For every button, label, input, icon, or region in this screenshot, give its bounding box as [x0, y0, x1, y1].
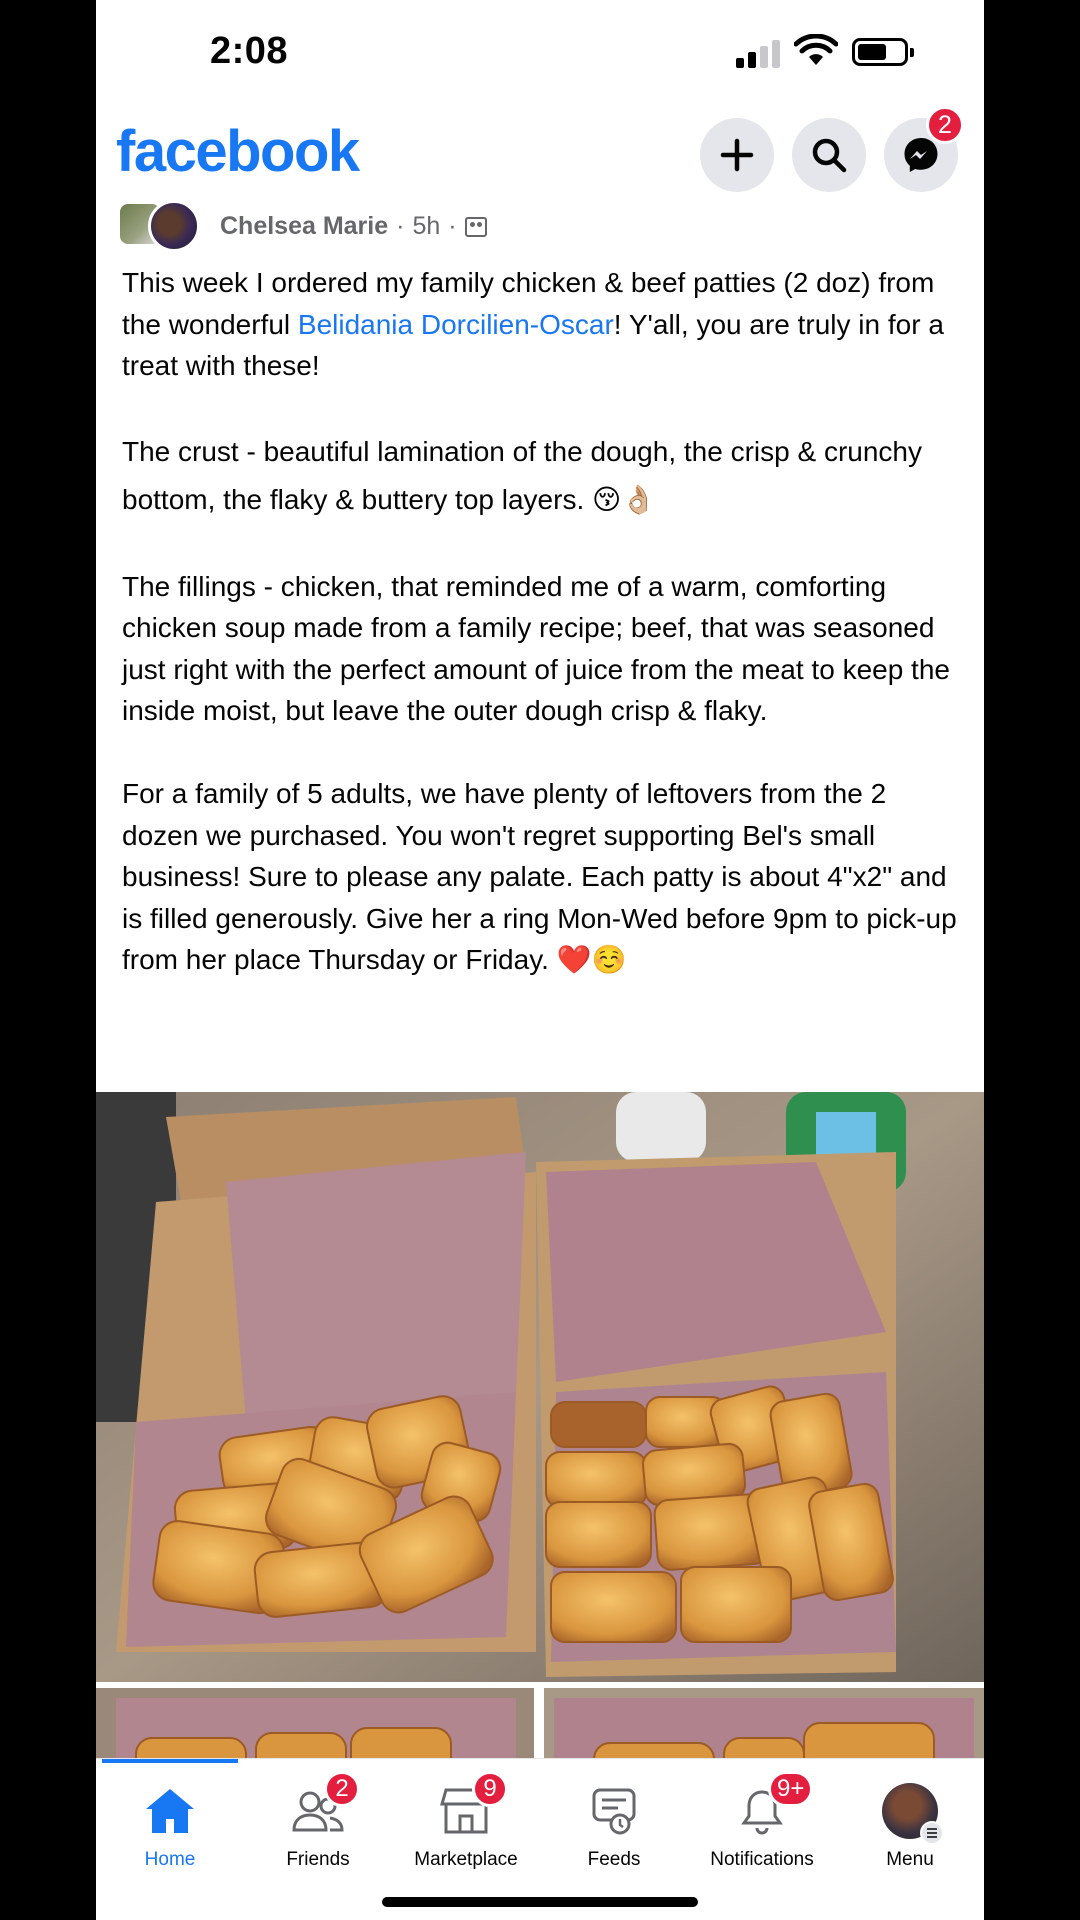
friends-badge: 2	[324, 1771, 360, 1807]
marketplace-badge: 9	[472, 1771, 508, 1807]
app-header: facebook 2	[96, 100, 984, 202]
nav-notifications[interactable]: 9+ Notifications	[688, 1769, 836, 1879]
plus-icon	[720, 138, 754, 172]
post-paragraph: The crust - beautiful lamination of the …	[122, 436, 922, 515]
post-meta: Chelsea Marie · 5h ·	[220, 212, 487, 241]
status-time: 2:08	[210, 30, 289, 72]
patties-photo-image	[96, 1092, 984, 1682]
mention-link[interactable]: Belidania Dorcilien-Oscar	[298, 309, 614, 340]
nav-friends[interactable]: 2 Friends	[244, 1769, 392, 1879]
bottom-navigation: Home 2 Friends 9 Marketplace Feeds 9+ No…	[96, 1758, 984, 1920]
author-name[interactable]: Chelsea Marie	[220, 212, 388, 241]
menu-icon	[920, 1821, 944, 1845]
facebook-logo[interactable]: facebook	[116, 118, 360, 185]
app-screen: 2:08 facebook 2 Chelsea Marie · 5h · Thi…	[96, 0, 984, 1920]
post-paragraph: For a family of 5 adults, we have plenty…	[122, 778, 957, 975]
messenger-button[interactable]: 2	[884, 106, 964, 192]
cellular-signal-icon	[736, 38, 780, 68]
meta-separator: ·	[448, 212, 457, 240]
post-photo[interactable]	[96, 1092, 984, 1682]
nav-label: Menu	[886, 1849, 934, 1870]
nav-label: Home	[144, 1849, 196, 1870]
nav-label: Friends	[286, 1849, 350, 1870]
post-time[interactable]: 5h	[412, 212, 440, 241]
nav-home[interactable]: Home	[96, 1769, 244, 1879]
nav-feeds[interactable]: Feeds	[540, 1769, 688, 1879]
home-icon	[146, 1789, 194, 1833]
author-avatar[interactable]	[148, 200, 200, 252]
active-tab-indicator	[102, 1759, 238, 1763]
nav-marketplace[interactable]: 9 Marketplace	[392, 1769, 540, 1879]
feeds-icon	[592, 1788, 636, 1835]
nav-menu[interactable]: Menu	[836, 1769, 984, 1879]
meta-separator: ·	[396, 212, 405, 240]
home-indicator[interactable]	[382, 1897, 698, 1907]
battery-icon	[852, 38, 914, 66]
search-button[interactable]	[792, 118, 866, 192]
messenger-badge: 2	[926, 106, 964, 144]
profile-avatar	[882, 1783, 944, 1845]
nav-label: Feeds	[587, 1849, 641, 1870]
wifi-icon	[794, 34, 838, 65]
post-body: This week I ordered my family chicken & …	[122, 262, 962, 981]
nav-label: Marketplace	[414, 1849, 518, 1870]
nav-label: Notifications	[710, 1849, 814, 1870]
group-icon	[464, 216, 487, 237]
search-icon	[812, 138, 847, 173]
notifications-badge: 9+	[768, 1771, 814, 1807]
post-paragraph: The fillings - chicken, that reminded me…	[122, 570, 950, 727]
post-header: Chelsea Marie · 5h ·	[96, 196, 984, 256]
create-button[interactable]	[700, 118, 774, 192]
post-paragraph: This week I ordered my family chicken & …	[122, 262, 962, 387]
status-bar: 2:08	[96, 0, 984, 100]
